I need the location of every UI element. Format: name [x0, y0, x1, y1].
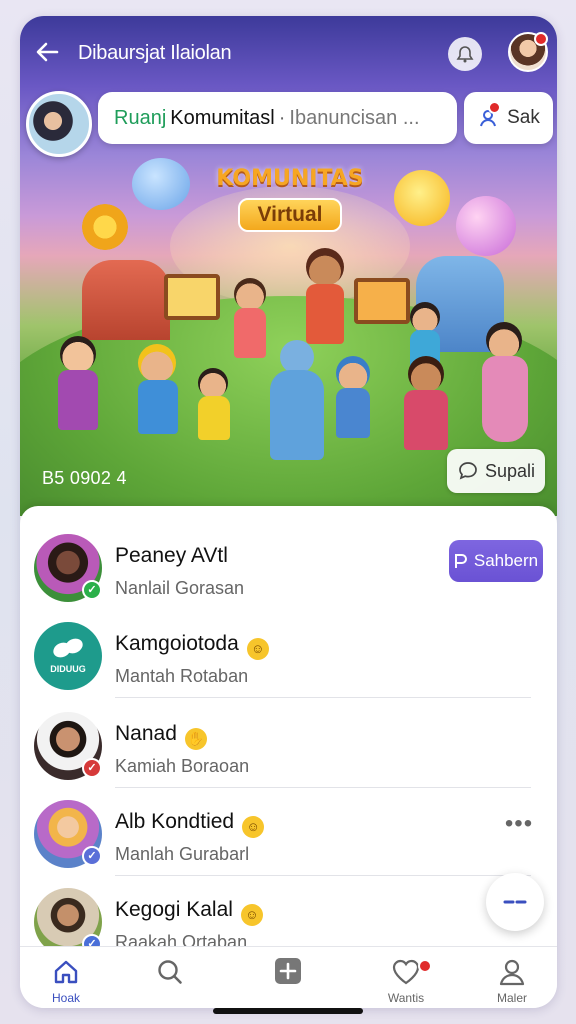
emoji-icon: ✋ — [184, 728, 207, 750]
back-button[interactable] — [32, 38, 62, 68]
join-button[interactable]: Sak — [464, 92, 553, 144]
nav-search[interactable] — [120, 947, 220, 1008]
svg-text:DIDUUG: DIDUUG — [50, 664, 86, 674]
left-easel-decoration — [164, 274, 220, 320]
sheet-handle[interactable] — [262, 510, 316, 515]
nav-profile-label: Maler — [496, 991, 527, 1005]
phone-frame: Dibaursjat Ilaiolan Ruanj Komumitasl · I… — [20, 16, 557, 1008]
notification-badge — [534, 32, 548, 46]
contact-name-text: Kegogi Kalal — [115, 898, 233, 921]
list-item[interactable]: DIDUUG Kamgoiotoda ☺ Mantah Rotaban — [20, 610, 557, 698]
minus-icon — [503, 900, 527, 904]
nav-add[interactable] — [238, 947, 338, 1008]
contact-name: Nanad ✋ — [115, 722, 207, 750]
nav-wantis-label: Wantis — [387, 991, 425, 1005]
child-figure — [44, 336, 114, 446]
contact-name: Alb Kondtied ☺ — [115, 810, 265, 838]
join-button-label: Sak — [507, 107, 540, 128]
reply-button-label: Supali — [484, 460, 536, 481]
separator-dot: · — [278, 106, 286, 129]
list-item[interactable]: ✓ Nanad ✋ Kamiah Boraoan — [20, 700, 557, 788]
notifications-button[interactable] — [448, 37, 482, 71]
contact-status: Nanlail Gorasan — [115, 578, 245, 598]
banner-date: B5 0902 4 — [42, 468, 127, 488]
pink-balloon-decoration — [456, 196, 516, 256]
home-icon — [54, 960, 78, 984]
contact-status: Manlah Gurabarl — [115, 844, 250, 864]
floating-action-button[interactable] — [486, 873, 544, 931]
divider — [115, 697, 531, 698]
nav-wantis[interactable]: Wantis — [356, 947, 456, 1008]
emoji-icon: ☺ — [242, 816, 265, 838]
more-options-button[interactable]: ••• — [504, 812, 534, 838]
page-title: Dibaursjat Ilaiolan — [78, 42, 232, 64]
child-figure — [390, 356, 460, 466]
follow-icon — [454, 554, 467, 568]
list-item[interactable]: ✓ Alb Kondtied ☺ Manlah Gurabarl ••• — [20, 788, 557, 876]
follow-button[interactable]: Sahbern — [449, 540, 543, 582]
avatar: DIDUUG — [34, 622, 102, 690]
gear-decoration — [82, 204, 128, 250]
emoji-icon: ☺ — [240, 904, 263, 926]
chat-bubble-icon — [459, 462, 477, 480]
community-avatar[interactable] — [26, 91, 92, 157]
contact-name: Kamgoiotoda ☺ — [115, 632, 269, 660]
sun-face-decoration — [394, 170, 450, 226]
contact-status: Mantah Rotaban — [115, 666, 249, 686]
child-figure — [472, 322, 538, 452]
community-banner: Dibaursjat Ilaiolan Ruanj Komumitasl · I… — [20, 16, 557, 516]
nav-home-label: Hoak — [51, 991, 80, 1005]
child-figure — [188, 368, 240, 448]
notification-badge — [418, 959, 432, 973]
banner-title: KOMUNITAS — [216, 166, 364, 191]
contact-name-text: Alb Kondtied — [115, 810, 235, 833]
reply-button[interactable]: Supali — [447, 449, 545, 493]
blue-balloon-decoration — [132, 158, 190, 210]
members-list: ✓ Peaney AVtl Nanlail Gorasan Sahbern DI… — [20, 506, 557, 956]
community-name-prefix: Ruanj — [114, 106, 167, 129]
contact-name: Peaney AVtl — [115, 544, 228, 567]
verified-check-icon: ✓ — [82, 580, 102, 600]
search-icon — [158, 960, 182, 984]
verified-check-icon: ✓ — [82, 758, 102, 778]
contact-name-text: Nanad — [115, 722, 177, 745]
home-indicator — [213, 1008, 363, 1014]
profile-icon — [499, 959, 525, 986]
nav-home[interactable]: Hoak — [20, 947, 116, 1008]
top-bar: Dibaursjat Ilaiolan — [20, 16, 557, 88]
add-icon — [275, 958, 301, 984]
contact-status: Kamiah Boraoan — [115, 756, 250, 776]
banner-subtitle: Virtual — [238, 198, 342, 232]
list-item[interactable]: ✓ Peaney AVtl Nanlail Gorasan Sahbern — [20, 522, 557, 610]
community-name-bar[interactable]: Ruanj Komumitasl · Ibanuncisan ... — [98, 92, 457, 144]
community-name: Komumitasl — [170, 106, 275, 129]
arrow-left-icon — [36, 42, 59, 62]
community-subtitle: Ibanuncisan ... — [289, 106, 420, 129]
nav-profile[interactable]: Maler — [462, 947, 557, 1008]
bottom-navigation: Hoak Wantis Maler — [20, 946, 557, 1008]
brand-logo-icon: DIDUUG — [50, 638, 86, 674]
emoji-icon: ☺ — [246, 638, 269, 660]
contact-name-text: Kamgoiotoda — [115, 632, 239, 655]
verified-check-icon: ✓ — [82, 846, 102, 866]
join-badge — [488, 101, 501, 114]
child-figure — [326, 356, 380, 456]
follow-button-label: Sahbern — [473, 551, 539, 570]
heart-icon — [392, 959, 420, 985]
bell-icon — [456, 46, 474, 63]
child-figure — [260, 340, 332, 470]
contact-name: Kegogi Kalal ☺ — [115, 898, 263, 926]
child-figure — [124, 344, 190, 454]
left-castle-decoration — [82, 260, 170, 340]
